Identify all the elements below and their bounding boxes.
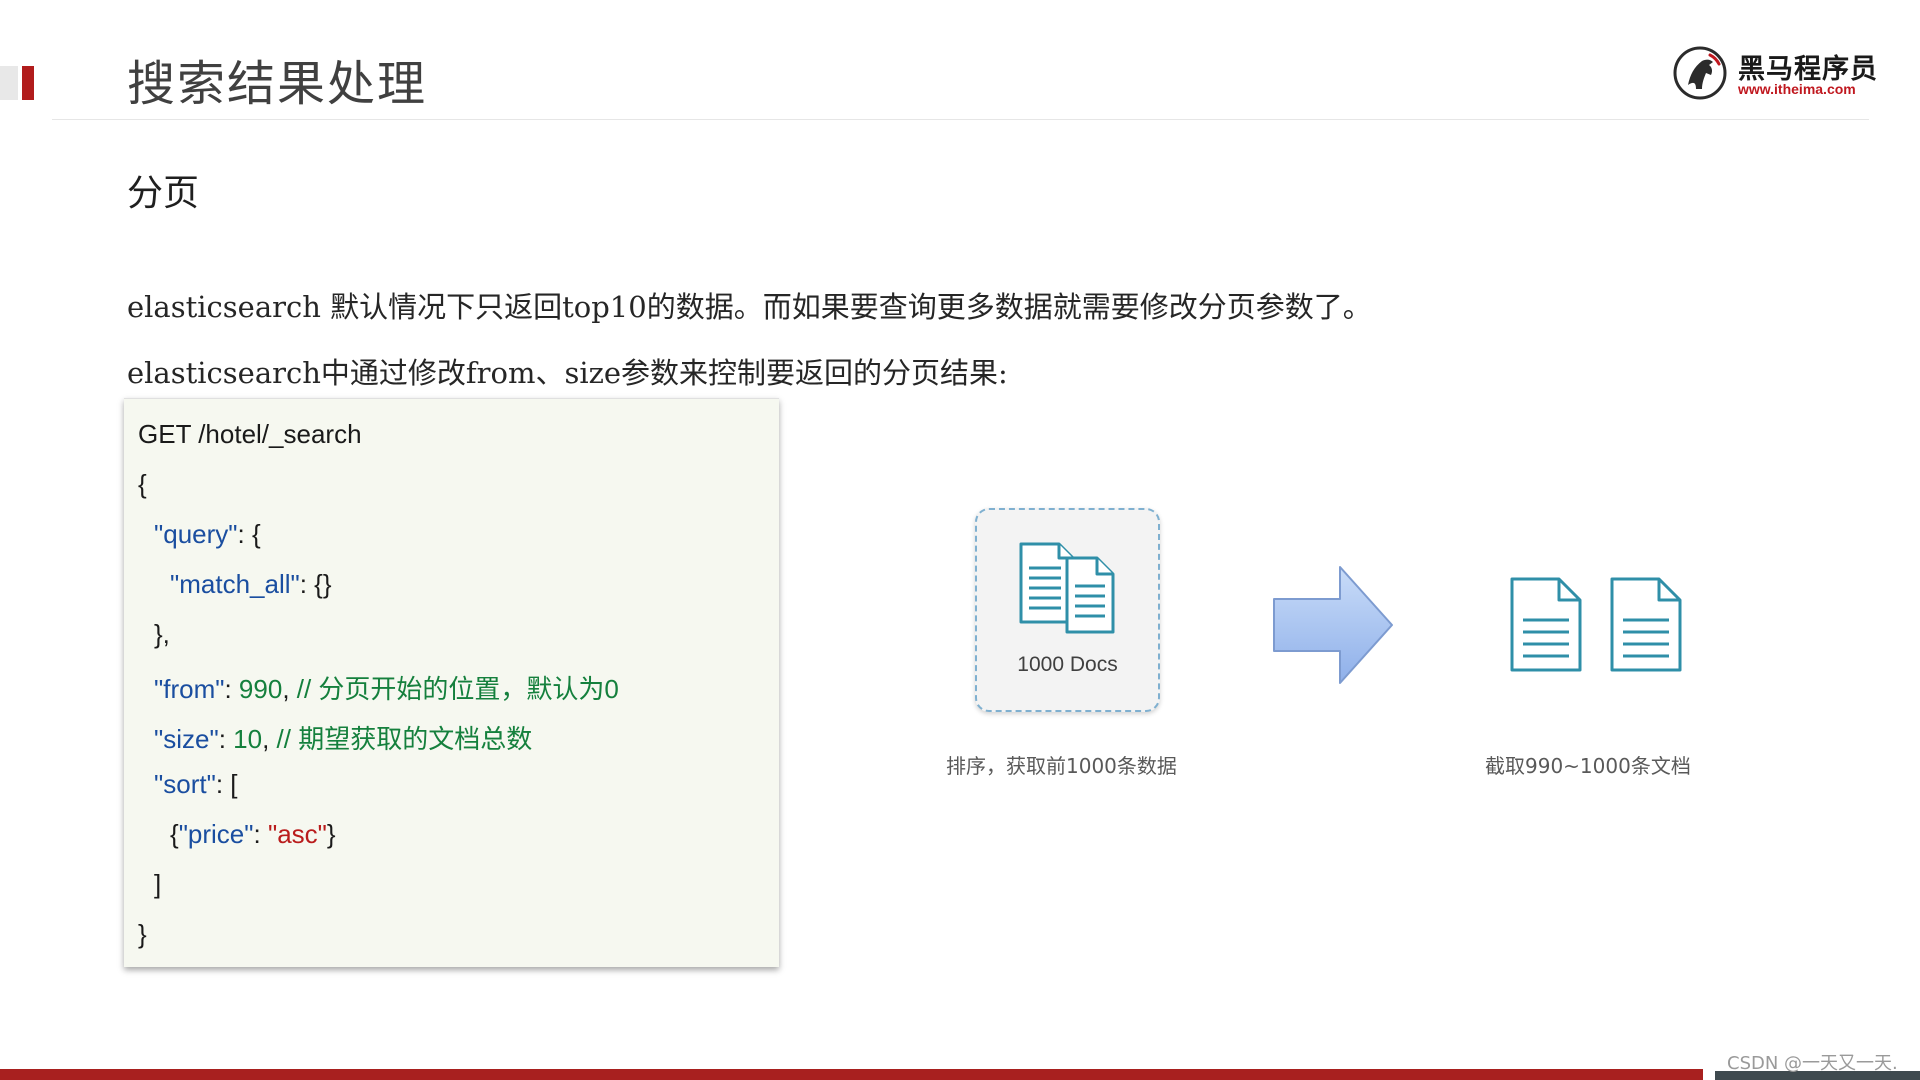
- code-line-open-brace: {: [138, 469, 147, 499]
- docs-card: 1000 Docs: [975, 508, 1160, 712]
- slide-title: 搜索结果处理: [127, 56, 428, 112]
- caption-slice-990-1000: 截取990~1000条文档: [1485, 754, 1691, 778]
- section-heading: 分页: [127, 173, 200, 214]
- title-divider: [52, 119, 1869, 120]
- code-line-request: GET /hotel/_search: [138, 419, 362, 449]
- paragraph-from-size: elasticsearch中通过修改from、size参数来控制要返回的分页结果…: [127, 356, 1008, 390]
- paragraph-default-top10: elasticsearch 默认情况下只返回top10的数据。而如果要查询更多数…: [127, 290, 1372, 324]
- code-line-match-all: "match_all": {}: [170, 569, 332, 599]
- documents-stack-icon: [1019, 542, 1115, 634]
- code-line-from: "from": 990, // 分页开始的位置，默认为0: [154, 674, 619, 704]
- code-line-close-sort: ]: [154, 869, 162, 899]
- code-line-close-query: },: [154, 619, 170, 649]
- caption-sort-top-1000: 排序，获取前1000条数据: [946, 754, 1177, 778]
- docs-card-label: 1000 Docs: [1017, 653, 1118, 676]
- brand-url: www.itheima.com: [1738, 81, 1856, 97]
- code-line-query: "query": {: [154, 519, 261, 549]
- footer-bar-red: [0, 1069, 1703, 1080]
- title-accent-gray: [0, 66, 18, 100]
- brand-logo: 黑马程序员 www.itheima.com: [1672, 43, 1877, 103]
- right-arrow-icon: [1273, 566, 1393, 684]
- document-icon: [1510, 577, 1582, 672]
- code-line-price: {"price": "asc"}: [170, 819, 336, 849]
- title-accent-red: [22, 66, 34, 100]
- csdn-watermark: CSDN @一天又一天.: [1727, 1053, 1898, 1074]
- code-line-size: "size": 10, // 期望获取的文档总数: [154, 724, 533, 754]
- code-block: GET /hotel/_search { "query": { "match_a…: [124, 398, 779, 967]
- slide: 搜索结果处理 黑马程序员 www.itheima.com 分页 elastics…: [0, 0, 1920, 1080]
- horse-head-logo-icon: [1673, 46, 1727, 100]
- code-line-sort: "sort": [: [154, 769, 238, 799]
- code-line-close-brace: }: [138, 919, 147, 949]
- document-icon: [1610, 577, 1682, 672]
